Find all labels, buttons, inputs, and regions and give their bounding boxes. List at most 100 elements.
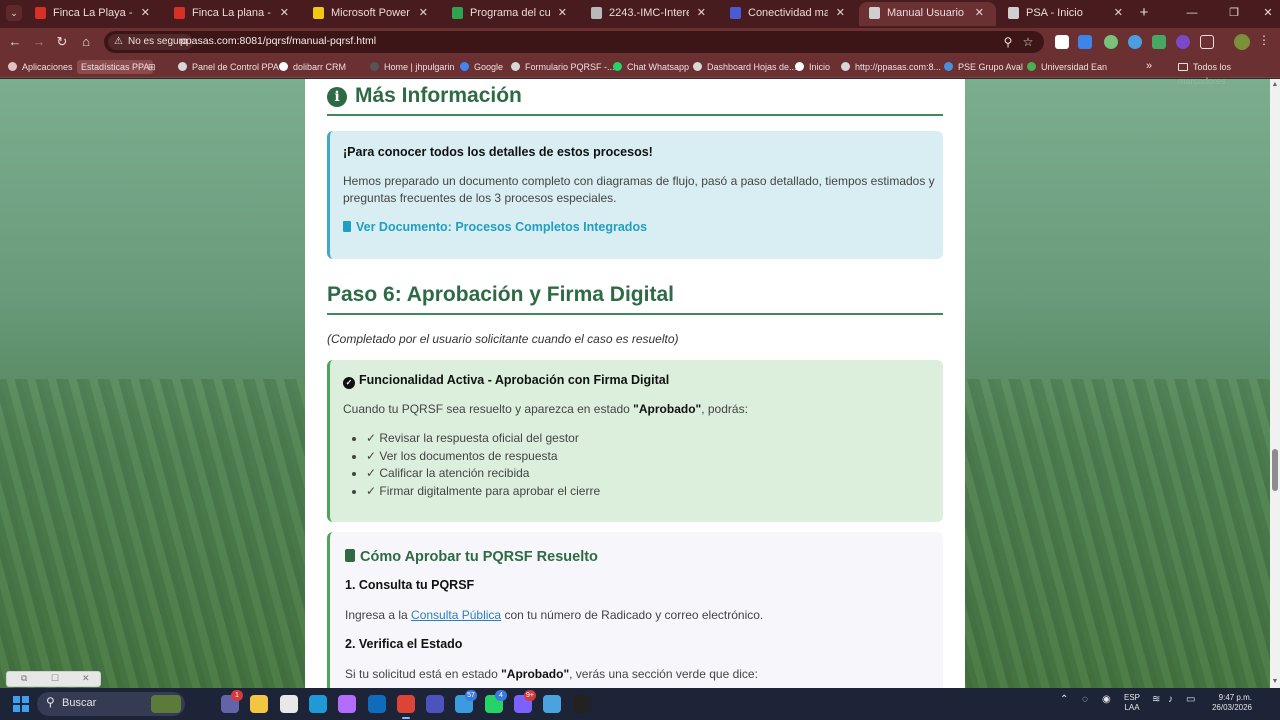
language-indicator[interactable]: ESP LAA — [1124, 693, 1140, 713]
warning-icon: ⚠ — [114, 36, 123, 47]
floating-window-controls[interactable]: ⧉ ☐ ✕ — [6, 671, 101, 687]
bookmark-favicon-icon — [944, 62, 953, 71]
clock[interactable]: 9:47 p.m. 26/03/2026 — [1206, 693, 1252, 713]
active-feature-title: ✓ Funcionalidad Activa - Aprobación con F… — [343, 373, 669, 389]
more-bookmarks-icon[interactable]: » — [1146, 60, 1152, 72]
extension-icon[interactable] — [1055, 35, 1069, 49]
bookmark-item[interactable]: Aplicaciones — [8, 60, 73, 74]
list-item: ✓ Calificar la atención recibida — [366, 465, 600, 483]
close-tab-icon[interactable]: ✕ — [697, 2, 706, 24]
apps-grid-icon[interactable]: ⊞ — [148, 60, 156, 74]
taskbar-app-chrome-icon[interactable] — [397, 695, 415, 719]
more-info-heading: i Más Información — [327, 84, 943, 116]
network-off-icon[interactable]: ◌ — [1082, 694, 1088, 705]
taskbar-search[interactable]: ⚲ Buscar — [37, 692, 185, 716]
taskbar-app-copilot-icon[interactable] — [338, 695, 356, 713]
minimize-button[interactable]: — — [1182, 4, 1202, 22]
close-window-button[interactable]: ✕ — [1258, 4, 1278, 22]
profile-avatar[interactable] — [1234, 34, 1250, 50]
bookmark-item[interactable]: PSE Grupo Aval — [944, 60, 1023, 74]
taskbar-app-sm-app-icon[interactable] — [573, 695, 591, 713]
close-tab-icon[interactable]: ✕ — [558, 2, 567, 24]
taskbar-app-edge-icon[interactable] — [309, 695, 327, 713]
url-text[interactable]: ppasas.com:8081/pqrsf/manual-pqrsf.html — [180, 35, 376, 47]
restore-icon[interactable]: ⧉ — [21, 673, 27, 684]
step2-text: Si tu solicitud está en estado "Aprobado… — [345, 667, 758, 681]
home-button[interactable]: ⌂ — [78, 34, 94, 50]
browser-tab[interactable]: Conectividad marítima e ✕ — [720, 2, 857, 26]
bookmark-item[interactable]: Universidad Ean — [1027, 60, 1107, 74]
battery-icon[interactable]: ▭ — [1186, 694, 1195, 705]
close-tab-icon[interactable]: ✕ — [280, 2, 289, 24]
bookmark-item[interactable]: dolibarr CRM — [279, 60, 346, 74]
bookmark-item[interactable]: Panel de Control PPA — [178, 60, 279, 74]
bookmark-label: PSE Grupo Aval — [958, 62, 1023, 72]
document-icon — [343, 221, 351, 232]
new-tab-button[interactable]: + — [1136, 4, 1152, 22]
extension-icon[interactable] — [1128, 35, 1142, 49]
taskbar-app-file-explorer-icon[interactable] — [250, 695, 268, 713]
scroll-up-arrow[interactable]: ▲ — [1270, 81, 1280, 88]
bookmark-label: Google — [474, 62, 504, 72]
close-tab-icon[interactable]: ✕ — [141, 2, 150, 24]
extension-icon[interactable] — [1078, 35, 1092, 49]
taskbar-app-teams-icon[interactable]: 1 — [221, 690, 243, 713]
tab-favicon-icon — [591, 7, 602, 19]
bookmark-item[interactable]: Dashboard Hojas de... — [693, 60, 797, 74]
start-button[interactable] — [13, 696, 29, 712]
view-document-link[interactable]: Ver Documento: Procesos Completos Integr… — [343, 220, 647, 234]
close-tab-icon[interactable]: ✕ — [836, 2, 845, 24]
tray-overflow-icon[interactable]: ⌃ — [1060, 694, 1068, 705]
vertical-scrollbar[interactable] — [1270, 79, 1280, 688]
bookmark-item[interactable]: Google — [460, 60, 503, 74]
maximize-button[interactable]: ❐ — [1224, 4, 1244, 22]
public-query-link[interactable]: Consulta Pública — [411, 608, 501, 622]
zoom-icon[interactable]: ⚲ — [1000, 34, 1016, 50]
extensions-puzzle-icon[interactable] — [1200, 35, 1214, 49]
bookmark-item[interactable]: Chat Whatsapp — [613, 60, 689, 74]
bookmark-item[interactable]: Estadísticas PPA — [77, 60, 154, 74]
browser-tab[interactable]: Manual Usuario PQRSF - I ✕ — [859, 2, 996, 26]
extension-icon[interactable] — [1152, 35, 1166, 49]
bookmark-item[interactable]: http://ppasas.com:8... — [841, 60, 941, 74]
browser-tab[interactable]: 2243.-IMC-Intereses-Mari ✕ — [581, 2, 718, 26]
bookmark-item[interactable]: Home | jhpulgarin — [370, 60, 454, 74]
address-bar[interactable]: ⚠ No es seguro ppasas.com:8081/pqrsf/man… — [104, 31, 1044, 53]
extension-icon[interactable] — [1104, 35, 1118, 49]
browser-tab[interactable]: PSA - Inicio ✕ — [998, 2, 1135, 26]
forward-button[interactable]: → — [31, 34, 47, 50]
tab-search-button[interactable]: ⌄ — [6, 5, 22, 21]
browser-tab[interactable]: Programa del curso para l ✕ — [442, 2, 579, 26]
menu-kebab-icon[interactable]: ⋮ — [1258, 33, 1270, 47]
browser-tab[interactable]: Finca La Playa - Google M ✕ — [25, 2, 162, 26]
tab-favicon-icon — [452, 7, 463, 19]
volume-icon[interactable]: ♪ — [1168, 694, 1173, 705]
taskbar-app-notepad-icon[interactable] — [543, 695, 561, 713]
bookmark-star-icon[interactable]: ☆ — [1020, 34, 1036, 50]
taskbar-app-outlook-icon[interactable] — [368, 695, 386, 713]
reload-button[interactable]: ↻ — [54, 34, 70, 50]
tab-title: Manual Usuario PQRSF - I — [887, 7, 967, 19]
security-tray-icon[interactable]: ◉ — [1102, 694, 1111, 705]
check-circle-icon: ✓ — [343, 377, 355, 389]
taskbar-app-meet-icon[interactable]: 9+ — [514, 690, 536, 713]
tab-title: PSA - Inicio — [1026, 7, 1083, 19]
browser-tab[interactable]: Microsoft Power BI ✕ — [303, 2, 440, 26]
maximize-icon[interactable]: ☐ — [51, 673, 59, 684]
scroll-down-arrow[interactable]: ▼ — [1270, 678, 1280, 685]
taskbar-app-whatsapp-icon[interactable]: 4 — [485, 690, 507, 713]
browser-tab[interactable]: Finca La plana - Google M ✕ — [164, 2, 301, 26]
close-tab-icon[interactable]: ✕ — [419, 2, 428, 24]
wifi-icon[interactable]: ≋ — [1152, 694, 1160, 705]
scrollbar-thumb[interactable] — [1272, 449, 1278, 491]
back-button[interactable]: ← — [7, 34, 23, 50]
bookmark-item[interactable]: Formulario PQRSF -... — [511, 60, 615, 74]
close-tab-icon[interactable]: ✕ — [1114, 2, 1123, 24]
close-tab-icon[interactable]: ✕ — [975, 2, 984, 24]
close-icon[interactable]: ✕ — [82, 673, 90, 684]
taskbar-app-teams-classic-icon[interactable] — [426, 695, 444, 713]
taskbar-app-chat-icon[interactable]: 57 — [455, 690, 477, 713]
taskbar-app-store-icon[interactable] — [280, 695, 298, 713]
bookmark-item[interactable]: Inicio — [795, 60, 830, 74]
extension-icon[interactable] — [1176, 35, 1190, 49]
